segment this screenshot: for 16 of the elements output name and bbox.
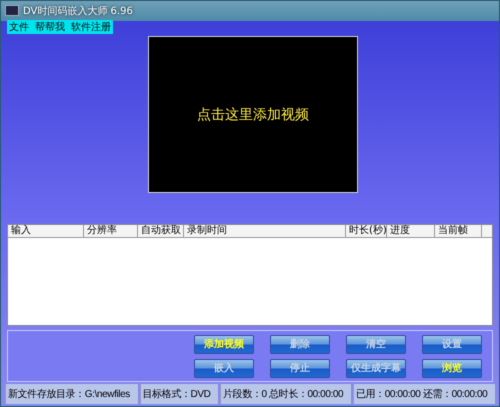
status-pane: 已用：00:00:00 还需：00:00:00 bbox=[352, 384, 495, 404]
status-pane: 目标格式：DVD bbox=[140, 384, 218, 404]
menu-item[interactable]: 文件 bbox=[9, 20, 29, 34]
app-icon bbox=[5, 5, 19, 16]
window-title: DV时间码嵌入大师 6.96 bbox=[23, 4, 133, 18]
column-header[interactable]: 录制时间 bbox=[184, 225, 346, 238]
status-pane: 新文件存放目录：G:\newfiles bbox=[5, 384, 138, 404]
column-header[interactable]: 当前帧 bbox=[435, 225, 482, 238]
status-pane: 片段数：0 总时长：00:00:00 bbox=[220, 384, 351, 404]
column-header[interactable]: 自动获取 bbox=[138, 225, 184, 238]
column-header[interactable]: 时长(秒) bbox=[346, 225, 387, 238]
video-preview[interactable]: 点击这里添加视频 bbox=[148, 36, 358, 193]
column-header[interactable]: 输入 bbox=[8, 225, 84, 238]
preview-prompt: 点击这里添加视频 bbox=[197, 106, 309, 124]
menu-item[interactable]: 软件注册 bbox=[71, 20, 111, 34]
menu-item[interactable]: 帮帮我 bbox=[35, 20, 65, 34]
